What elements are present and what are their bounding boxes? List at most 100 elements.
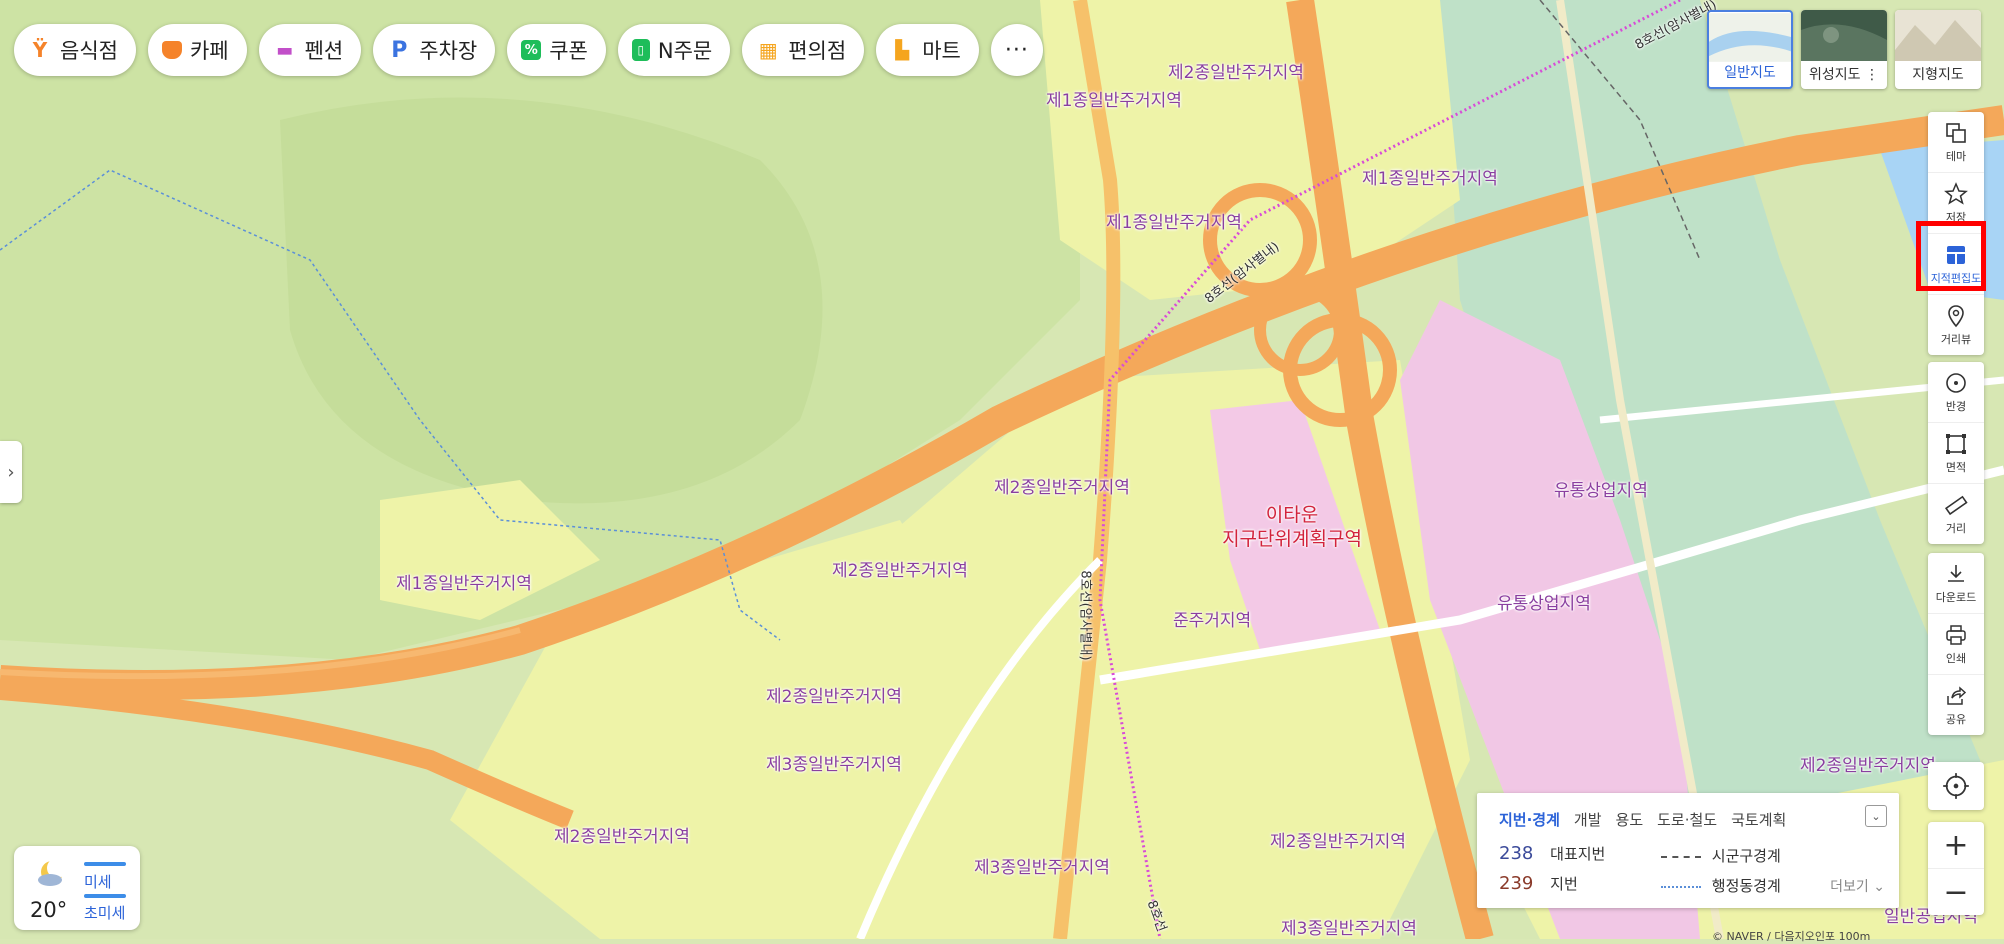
distance-button[interactable]: 거리 (1928, 483, 1984, 544)
rep-lot-number: 238 (1499, 843, 1534, 864)
dashed-line-icon (1661, 855, 1701, 858)
zoom-out-button[interactable]: − (1928, 869, 1984, 915)
download-button[interactable]: 다운로드 (1928, 553, 1984, 613)
tool-label: 저장 (1945, 210, 1967, 224)
print-icon (1946, 624, 1966, 645)
category-cafe[interactable]: 카페 (147, 24, 247, 76)
ultra-fine-dust-bar (84, 894, 126, 898)
category-label: 카페 (189, 39, 229, 63)
cadastral-legend: 지번·경계 개발 용도 도로·철도 국토계획 ⌄ 238 대표지번 239 지번… (1477, 793, 1899, 908)
map-type-normal[interactable]: 일반지도 (1707, 10, 1793, 89)
category-parking[interactable]: P 주차장 (373, 24, 496, 76)
zone-label: 제3종일반주거지역 (974, 858, 1110, 878)
tool-label: 다운로드 (1935, 590, 1977, 604)
zone-label: 제2종일반주거지역 (1168, 63, 1304, 83)
target-icon (1943, 773, 1969, 799)
category-mart[interactable]: ▙ 마트 (876, 24, 979, 76)
tool-label: 공유 (1945, 712, 1967, 726)
cafe-icon (161, 41, 182, 59)
zone-label: 제2종일반주거지역 (832, 561, 968, 581)
legend-collapse-button[interactable]: ⌄ (1865, 805, 1887, 827)
temperature: 20° (30, 898, 68, 922)
category-restaurant[interactable]: Ÿ 음식점 (14, 24, 136, 76)
legend-tabs: 지번·경계 개발 용도 도로·철도 국토계획 (1499, 809, 1786, 830)
street-view-icon (1948, 304, 1964, 327)
map-type-selector: 일반지도 위성지도 ⋮ 지형지도 (1707, 10, 1981, 89)
tab-development[interactable]: 개발 (1574, 809, 1602, 830)
print-button[interactable]: 인쇄 (1928, 613, 1984, 674)
order-icon: ▯ (631, 39, 650, 61)
category-pension[interactable]: ▬ 펜션 (258, 24, 362, 76)
fine-dust-label: 미세 (84, 873, 112, 891)
tool-label: 인쇄 (1945, 651, 1967, 665)
category-label: N주문 (657, 39, 713, 63)
map-type-terrain[interactable]: 지형지도 (1895, 10, 1981, 89)
more-categories-button[interactable]: ··· (990, 24, 1043, 76)
parking-icon: P (391, 37, 408, 63)
zone-label: 제1종일반주거지역 (1362, 169, 1498, 189)
share-icon (1947, 685, 1967, 705)
save-button[interactable]: 저장 (1928, 172, 1984, 233)
tab-national-plan[interactable]: 국토계획 (1731, 809, 1786, 830)
tab-road-rail[interactable]: 도로·철도 (1657, 809, 1717, 830)
zone-label: 준주거지역 (1173, 611, 1252, 631)
zone-label: 유통상업지역 (1554, 481, 1648, 501)
category-order[interactable]: ▯ N주문 (617, 24, 731, 76)
category-label: 음식점 (60, 39, 118, 63)
zone-label: 제2종일반주거지역 (766, 687, 902, 707)
district-boundary-label: 시군구경계 (1711, 847, 1781, 865)
layers-icon (1946, 122, 1966, 143)
current-location-button[interactable] (1928, 762, 1984, 810)
category-label: 마트 (922, 39, 961, 63)
map-type-label: 일반지도 (1724, 65, 1776, 81)
category-label: 펜션 (304, 39, 344, 63)
legend-lot: 239 지번 (1499, 873, 1578, 894)
admin-boundary-label: 행정동경계 (1711, 877, 1781, 895)
district-plan-label: 이타운 지구단위계획구역 (1212, 503, 1372, 551)
bed-icon: ▬ (276, 39, 294, 61)
category-convenience-store[interactable]: ▦ 편의점 (742, 24, 865, 76)
cadastral-map-button[interactable]: 지적편집도 (1928, 233, 1984, 294)
weather-widget[interactable]: 20° 미세 초미세 (14, 846, 140, 930)
more-icon: ··· (1004, 37, 1029, 63)
dotted-line-icon (1661, 885, 1701, 888)
zone-label: 제2종일반주거지역 (1270, 832, 1406, 852)
satellite-thumbnail (1801, 10, 1887, 61)
zone-label: 제3종일반주거지역 (1281, 919, 1417, 939)
zone-label: 제1종일반주거지역 (396, 574, 532, 594)
zone-label: 제3종일반주거지역 (766, 755, 902, 775)
zone-label: 유통상업지역 (1497, 594, 1591, 614)
coupon-icon: % (521, 40, 542, 60)
category-label: 주차장 (419, 39, 478, 63)
tool-label: 테마 (1945, 149, 1967, 163)
category-coupon[interactable]: % 쿠폰 (507, 24, 606, 76)
ruler-icon (1944, 495, 1968, 515)
zone-label: 제1종일반주거지역 (1106, 213, 1242, 233)
tab-land-use[interactable]: 용도 (1616, 809, 1644, 830)
copyright: © NAVER / 다음지오인포 100m (1712, 930, 1871, 943)
tool-label: 거리 (1945, 521, 1967, 535)
terrain-thumbnail (1895, 10, 1981, 61)
share-button[interactable]: 공유 (1928, 674, 1984, 735)
zoom-in-button[interactable]: + (1928, 822, 1984, 868)
tab-lot-boundary[interactable]: 지번·경계 (1499, 809, 1560, 830)
legend-more-button[interactable]: 더보기 ⌄ (1830, 876, 1885, 896)
cadastral-icon (1947, 245, 1965, 264)
street-view-button[interactable]: 거리뷰 (1928, 294, 1984, 355)
radius-button[interactable]: 반경 (1928, 362, 1984, 422)
side-panel-toggle[interactable]: › (0, 441, 22, 503)
district-plan-name: 이타운 (1265, 504, 1319, 526)
zoom-control: + − (1928, 822, 1984, 915)
map-type-label: 지형지도 (1912, 67, 1964, 83)
restaurant-icon: Ÿ (32, 38, 48, 62)
map-type-satellite[interactable]: 위성지도 ⋮ (1801, 10, 1887, 89)
chevron-down-icon: ⌄ (1871, 809, 1881, 823)
lot-number: 239 (1499, 873, 1534, 894)
legend-rep-lot: 238 대표지번 (1499, 843, 1605, 864)
tool-label: 반경 (1945, 399, 1967, 413)
area-button[interactable]: 면적 (1928, 422, 1984, 483)
legend-district-boundary: 시군구경계 (1661, 845, 1781, 866)
theme-button[interactable]: 테마 (1928, 112, 1984, 172)
lot-label: 지번 (1550, 875, 1578, 893)
category-bar: Ÿ 음식점 카페 ▬ 펜션 P 주차장 % 쿠폰 ▯ N주문 ▦ 편의점 ▙ 마… (14, 24, 1043, 76)
